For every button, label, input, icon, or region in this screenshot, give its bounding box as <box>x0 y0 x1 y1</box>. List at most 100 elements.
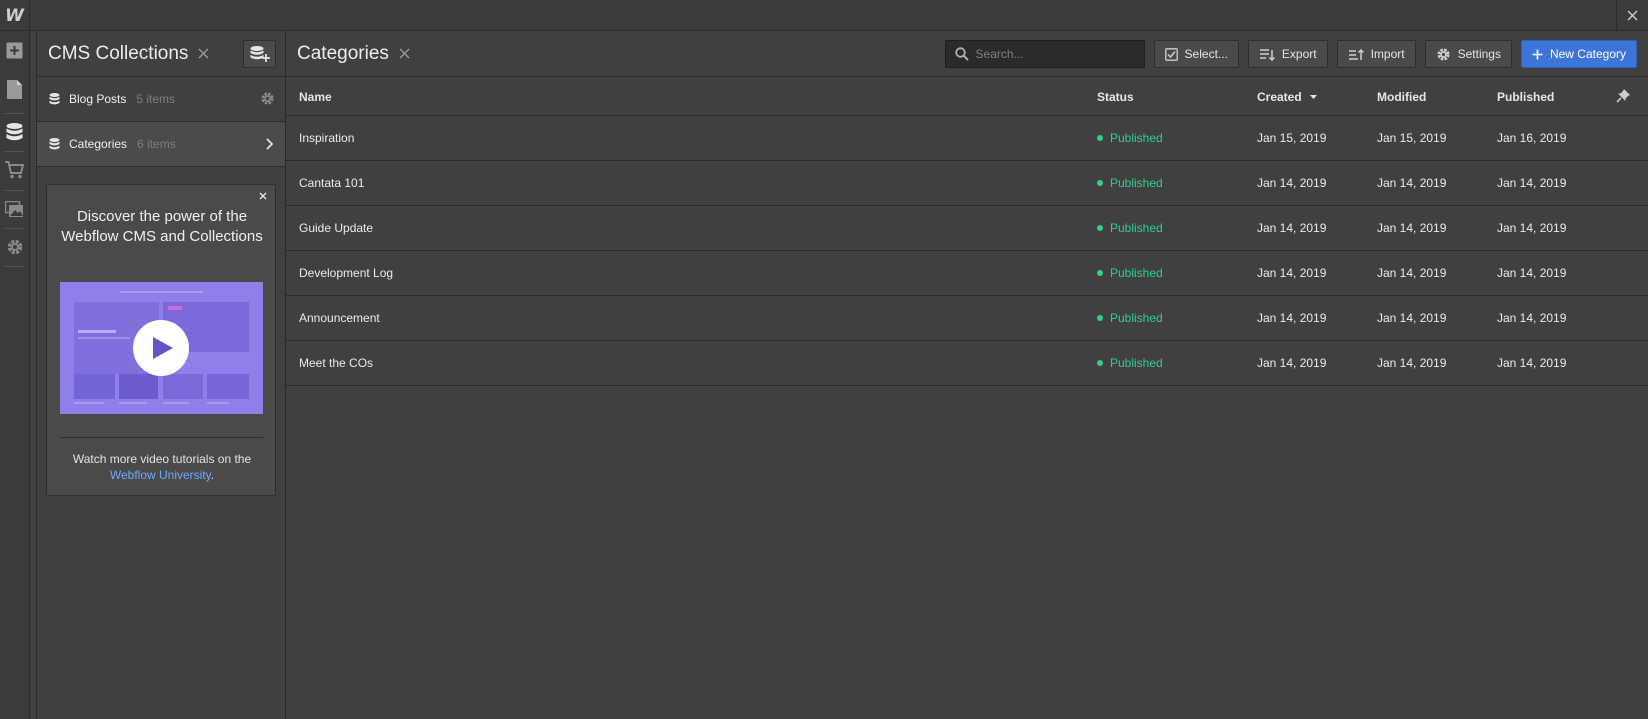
ecommerce-button[interactable] <box>0 152 29 188</box>
promo-divider <box>60 437 263 438</box>
item-name: Inspiration <box>299 131 355 145</box>
video-thumbnail-illustration <box>60 282 263 414</box>
search-icon <box>954 47 969 61</box>
database-icon <box>6 122 23 140</box>
table-header: Name Status Created Modified Published <box>286 77 1648 116</box>
close-promo-button[interactable] <box>259 192 267 200</box>
table-row[interactable]: Inspiration Published Jan 15, 2019 Jan 1… <box>286 116 1648 161</box>
created-date: Jan 14, 2019 <box>1257 311 1327 325</box>
tutorial-video-thumbnail[interactable] <box>60 282 263 414</box>
rail-divider <box>5 266 24 267</box>
collection-name: Categories <box>69 137 128 151</box>
column-header-published[interactable]: Published <box>1497 90 1554 104</box>
status-badge: Published <box>1097 176 1163 190</box>
item-name: Announcement <box>299 311 380 325</box>
select-button[interactable]: Select... <box>1153 40 1239 68</box>
published-date: Jan 14, 2019 <box>1497 311 1567 325</box>
created-date: Jan 14, 2019 <box>1257 356 1327 370</box>
table-row[interactable]: Meet the COs Published Jan 14, 2019 Jan … <box>286 341 1648 386</box>
table-row[interactable]: Guide Update Published Jan 14, 2019 Jan … <box>286 206 1648 251</box>
add-collection-button[interactable] <box>243 40 276 68</box>
column-header-modified[interactable]: Modified <box>1377 90 1426 104</box>
gear-icon <box>261 92 274 105</box>
add-panel-button[interactable] <box>0 32 29 68</box>
close-collection-button[interactable] <box>399 48 410 59</box>
close-collections-button[interactable] <box>198 48 209 59</box>
table-row[interactable]: Cantata 101 Published Jan 14, 2019 Jan 1… <box>286 161 1648 206</box>
published-date: Jan 14, 2019 <box>1497 221 1567 235</box>
modified-date: Jan 14, 2019 <box>1377 221 1447 235</box>
export-icon <box>1259 48 1275 61</box>
close-icon <box>1627 10 1638 21</box>
import-icon <box>1348 48 1364 61</box>
item-name: Meet the COs <box>299 356 374 370</box>
webflow-university-link[interactable]: Webflow University <box>110 468 211 482</box>
table-row[interactable]: Development Log Published Jan 14, 2019 J… <box>286 251 1648 296</box>
cms-button[interactable] <box>0 114 29 150</box>
database-icon <box>49 92 60 106</box>
checkbox-icon <box>1164 47 1178 61</box>
new-category-button[interactable]: New Category <box>1520 40 1637 68</box>
promo-title: Discover the power of the Webflow CMS an… <box>61 208 263 245</box>
assets-button[interactable] <box>0 191 29 227</box>
import-button[interactable]: Import <box>1336 40 1416 68</box>
created-date: Jan 14, 2019 <box>1257 176 1327 190</box>
modified-date: Jan 14, 2019 <box>1377 176 1447 190</box>
gear-icon <box>1436 47 1451 62</box>
new-category-label: New Category <box>1549 47 1626 61</box>
status-dot-icon <box>1097 225 1103 231</box>
cart-icon <box>5 161 24 179</box>
collection-toolbar: Select... Export Import <box>944 40 1637 68</box>
images-icon <box>5 200 23 217</box>
pages-button[interactable] <box>0 71 29 107</box>
pin-columns-button[interactable] <box>1616 88 1631 103</box>
promo-footer-end: . <box>210 468 215 482</box>
project-settings-button[interactable] <box>0 229 29 265</box>
column-header-created[interactable]: Created <box>1257 90 1317 104</box>
top-bar: W <box>0 0 1648 31</box>
select-label: Select... <box>1184 47 1228 61</box>
close-editor-button[interactable] <box>1616 0 1648 31</box>
column-header-created-label: Created <box>1257 90 1302 104</box>
status-text: Published <box>1110 266 1163 280</box>
item-name: Cantata 101 <box>299 176 365 190</box>
collection-count: 6 items <box>137 137 176 151</box>
status-dot-icon <box>1097 360 1103 366</box>
modified-date: Jan 15, 2019 <box>1377 131 1447 145</box>
collection-settings-button[interactable] <box>260 91 275 106</box>
search-input[interactable] <box>975 47 1136 61</box>
collection-title: Categories <box>297 42 389 64</box>
gear-icon <box>7 239 22 255</box>
collection-item-categories[interactable]: Categories 6 items <box>37 122 285 167</box>
collection-header: Categories Select... <box>286 31 1648 77</box>
item-name: Guide Update <box>299 221 374 235</box>
sort-down-icon <box>1309 95 1317 99</box>
table-row[interactable]: Announcement Published Jan 14, 2019 Jan … <box>286 296 1648 341</box>
published-date: Jan 16, 2019 <box>1497 131 1567 145</box>
status-badge: Published <box>1097 221 1163 235</box>
search-box <box>944 40 1145 68</box>
published-date: Jan 14, 2019 <box>1497 266 1567 280</box>
status-text: Published <box>1110 131 1163 145</box>
import-label: Import <box>1370 47 1405 61</box>
created-date: Jan 14, 2019 <box>1257 266 1327 280</box>
close-icon <box>198 48 209 59</box>
status-text: Published <box>1110 311 1163 325</box>
collection-item-blog-posts[interactable]: Blog Posts 5 items <box>37 77 285 122</box>
status-dot-icon <box>1097 135 1103 141</box>
status-badge: Published <box>1097 311 1163 325</box>
cms-tutorial-card: Discover the power of the Webflow CMS an… <box>46 184 276 496</box>
modified-date: Jan 14, 2019 <box>1377 311 1447 325</box>
export-button[interactable]: Export <box>1247 40 1328 68</box>
status-text: Published <box>1110 356 1163 370</box>
collections-header: CMS Collections <box>37 31 285 77</box>
webflow-logo[interactable]: W <box>0 0 30 31</box>
close-icon <box>259 192 267 200</box>
column-header-status[interactable]: Status <box>1097 90 1134 104</box>
collection-settings-button[interactable]: Settings <box>1424 40 1512 68</box>
created-date: Jan 14, 2019 <box>1257 221 1327 235</box>
column-header-name[interactable]: Name <box>299 90 332 104</box>
created-date: Jan 15, 2019 <box>1257 131 1327 145</box>
webflow-cms-app: W CMS Collections Blog Posts 5 items Cat… <box>0 0 1648 719</box>
page-icon <box>7 79 22 99</box>
